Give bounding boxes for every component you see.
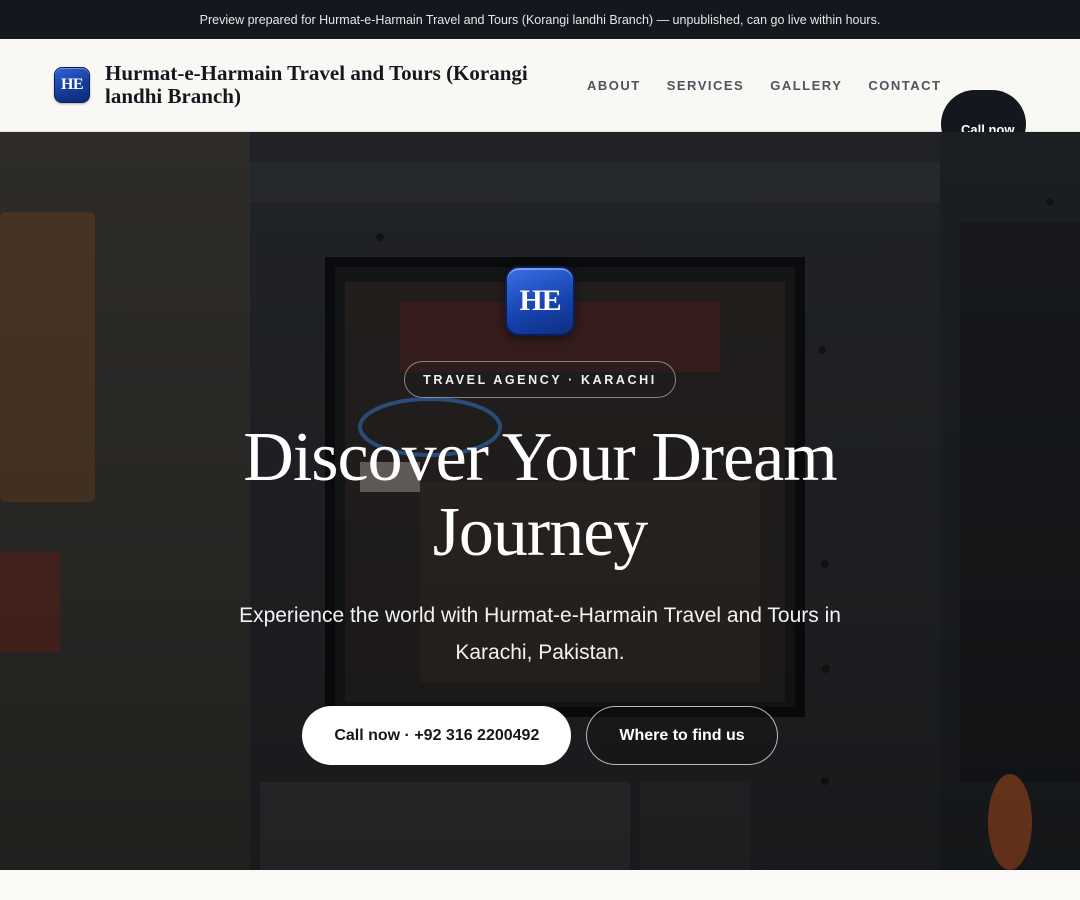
- hero-content: HE TRAVEL AGENCY · KARACHI Discover Your…: [0, 132, 1080, 870]
- nav-contact[interactable]: CONTACT: [868, 78, 941, 93]
- hero-title: Discover Your Dream Journey: [243, 419, 837, 571]
- nav-gallery[interactable]: GALLERY: [770, 78, 842, 93]
- nav-about[interactable]: ABOUT: [587, 78, 641, 93]
- main-nav: ABOUT SERVICES GALLERY CONTACT: [587, 39, 941, 132]
- nav-services[interactable]: SERVICES: [667, 78, 745, 93]
- hero-eyebrow-text: TRAVEL AGENCY · KARACHI: [423, 372, 657, 387]
- hero-eyebrow: TRAVEL AGENCY · KARACHI: [404, 361, 676, 398]
- hero-location-button[interactable]: Where to find us: [586, 706, 778, 765]
- hero-call-button[interactable]: Call now · +92 316 2200492: [302, 706, 572, 765]
- brand-logo[interactable]: HE: [54, 67, 90, 103]
- hero-actions: Call now · +92 316 2200492 Where to find…: [302, 706, 778, 765]
- preview-banner: Preview prepared for Hurmat-e-Harmain Tr…: [0, 0, 1080, 39]
- brand-name[interactable]: Hurmat-e-Harmain Travel and Tours (Koran…: [105, 62, 575, 108]
- hero-logo: HE: [505, 266, 575, 336]
- hero-section: HE TRAVEL AGENCY · KARACHI Discover Your…: [0, 132, 1080, 870]
- site-header: HE Hurmat-e-Harmain Travel and Tours (Ko…: [0, 39, 1080, 158]
- hero-subtitle: Experience the world with Hurmat-e-Harma…: [239, 604, 841, 664]
- preview-banner-text: Preview prepared for Hurmat-e-Harmain Tr…: [199, 12, 881, 27]
